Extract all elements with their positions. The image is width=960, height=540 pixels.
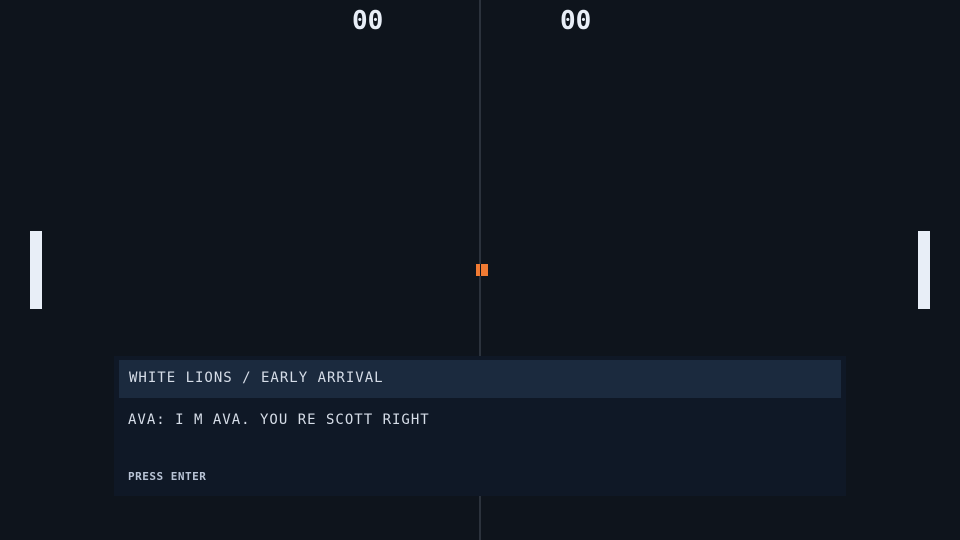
left-score-value: 00 <box>352 6 384 36</box>
press-enter-prompt[interactable]: PRESS ENTER <box>128 470 206 483</box>
right-paddle <box>918 231 930 309</box>
dialog-header: WHITE LIONS / EARLY ARRIVAL <box>119 360 841 398</box>
dialog-box[interactable]: WHITE LIONS / EARLY ARRIVAL AVA: I M AVA… <box>114 356 846 496</box>
ball <box>476 264 488 276</box>
right-score: 00 <box>560 8 608 34</box>
left-paddle[interactable] <box>30 231 42 309</box>
dialog-title: WHITE LIONS / EARLY ARRIVAL <box>129 370 384 386</box>
right-score-value: 00 <box>560 6 592 36</box>
dialog-text: AVA: I M AVA. YOU RE SCOTT RIGHT <box>128 412 430 428</box>
left-score: 00 <box>352 8 400 34</box>
